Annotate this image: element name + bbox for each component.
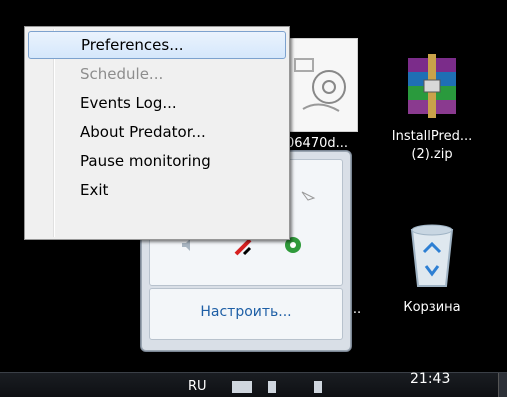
tray-app-icon[interactable] (300, 190, 318, 208)
taskbar-tray-icon[interactable] (314, 381, 322, 393)
tray-customize-area: Настроить... (149, 288, 343, 340)
customize-link[interactable]: Настроить... (150, 304, 342, 320)
language-indicator[interactable]: RU (188, 379, 207, 394)
menu-item-events-log[interactable]: Events Log... (28, 89, 286, 117)
recycle-bin-desktop-icon[interactable]: Корзина (380, 218, 484, 315)
menu-item-about[interactable]: About Predator... (28, 118, 286, 146)
menu-item-exit[interactable]: Exit (28, 176, 286, 204)
taskbar-tray-icon[interactable] (268, 381, 276, 393)
zip-file-label-line2: (2).zip (411, 147, 453, 162)
image-file-label: 06470d... (286, 136, 349, 151)
taskbar-tray-icon[interactable] (232, 381, 252, 393)
menu-item-preferences[interactable]: Preferences... (28, 31, 286, 59)
show-desktop-button[interactable] (498, 373, 507, 397)
recycle-bin-icon (402, 218, 462, 290)
recycle-bin-label: Корзина (403, 300, 461, 315)
taskbar-clock[interactable]: 21:43 (410, 371, 450, 387)
network-error-icon[interactable] (234, 238, 252, 256)
taskbar: RU 21:43 (0, 371, 507, 397)
desktop: 06470d... InstallPred... (2).zip Корзина… (0, 0, 507, 372)
menu-item-pause-monitoring[interactable]: Pause monitoring (28, 147, 286, 175)
zip-file-desktop-icon[interactable]: InstallPred... (2).zip (380, 52, 484, 164)
image-file-icon[interactable] (288, 38, 358, 132)
predator-context-menu: Preferences... Schedule... Events Log...… (24, 26, 290, 240)
zip-file-label-line1: InstallPred... (391, 129, 473, 144)
winrar-archive-icon (402, 52, 462, 122)
menu-item-schedule[interactable]: Schedule... (28, 60, 286, 88)
